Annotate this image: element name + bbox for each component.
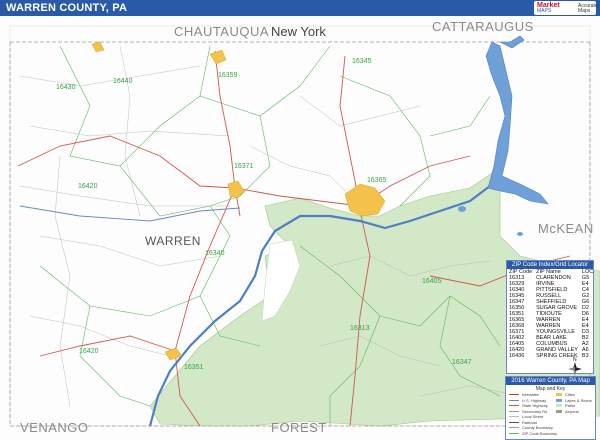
legend-header: 2016 Warren County, PA Map bbox=[506, 377, 595, 385]
kinzua-reservoir bbox=[485, 41, 549, 205]
legend-item: County Boundary bbox=[509, 425, 553, 430]
legend-swatch bbox=[509, 405, 519, 407]
zip-index-header: ZIP Code Index/Grid Locator bbox=[507, 261, 593, 269]
legend-label: County Boundary bbox=[522, 425, 553, 430]
zip-label: 16440 bbox=[113, 78, 133, 85]
logo-line3: Accurate Maps bbox=[578, 3, 598, 14]
legend-label: Interstate bbox=[522, 392, 539, 397]
legend-swatch bbox=[509, 416, 519, 418]
zip-label: 16365 bbox=[367, 177, 387, 184]
legend-swatch bbox=[509, 394, 519, 396]
zip-label: 16371 bbox=[234, 163, 254, 170]
zip-code-cell: 16436 bbox=[509, 353, 525, 359]
label-forest: FOREST bbox=[271, 420, 327, 435]
zip-label: 16340 bbox=[205, 250, 225, 257]
label-warren: WARREN bbox=[145, 234, 201, 248]
legend-swatch bbox=[556, 409, 562, 413]
legend-swatch bbox=[509, 421, 519, 423]
legend-item: Railroad bbox=[509, 420, 537, 425]
map-legend-panel: 2016 Warren County, PA Map Map and Key I… bbox=[505, 376, 596, 440]
label-new-york: New York bbox=[271, 24, 326, 39]
label-chautauqua: CHAUTAUQUA bbox=[174, 24, 270, 39]
us-highway bbox=[19, 205, 241, 222]
legend-item: Cities bbox=[556, 392, 575, 397]
legend-item: ZIP Code Boundary bbox=[509, 431, 557, 436]
map-frame: WARREN COUNTY, PA Market MAPS Accurate M… bbox=[0, 0, 600, 440]
reservoir-arm bbox=[499, 35, 525, 49]
market-maps-logo: Market MAPS Accurate Maps bbox=[534, 1, 598, 15]
lake bbox=[458, 206, 466, 212]
lake bbox=[517, 232, 523, 236]
legend-swatch bbox=[509, 427, 519, 429]
legend-swatch bbox=[556, 398, 562, 402]
map-canvas[interactable]: CHAUTAUQUA New York CATTARAUGUS WARREN M… bbox=[0, 16, 600, 440]
legend-item: Parks bbox=[556, 403, 575, 408]
legend-item: Interstate bbox=[509, 392, 539, 397]
zip-label: 16347 bbox=[452, 359, 472, 366]
legend-item: Airports bbox=[556, 409, 579, 414]
legend-item: State Highway bbox=[509, 403, 548, 408]
legend-label: Local Street bbox=[522, 414, 544, 419]
map-title: WARREN COUNTY, PA bbox=[6, 2, 128, 14]
legend-label: Parks bbox=[565, 403, 576, 408]
legend-item: Local Street bbox=[509, 414, 543, 419]
compass-rose-icon: N bbox=[568, 356, 582, 378]
label-venango: VENANGO bbox=[20, 420, 89, 435]
zip-label: 16420 bbox=[79, 348, 99, 355]
label-cattaraugus: CATTARAUGUS bbox=[432, 19, 534, 34]
legend-swatch bbox=[556, 404, 562, 408]
logo-line2: MAPS bbox=[537, 8, 552, 14]
legend-swatch bbox=[556, 393, 562, 397]
legend-label: ZIP Code Boundary bbox=[522, 430, 558, 436]
zip-label: 16345 bbox=[352, 58, 372, 65]
zip-label: 16351 bbox=[184, 364, 204, 371]
zip-label: 16359 bbox=[218, 72, 238, 79]
title-bar: WARREN COUNTY, PA Market MAPS Accurate M… bbox=[0, 0, 600, 16]
label-mckean: McKEAN bbox=[538, 221, 594, 236]
zip-label: 16420 bbox=[78, 183, 98, 190]
legend-item: U.S. Highway bbox=[509, 398, 546, 403]
legend-label: Railroad bbox=[522, 419, 537, 425]
legend-swatch bbox=[509, 432, 519, 434]
legend-item: Lakes & Rivers bbox=[556, 398, 592, 403]
zip-index-table: ZIP Code ZIP Name LOC 16313 CLARENDON G5 16… bbox=[507, 269, 595, 359]
legend-label: Airports bbox=[565, 408, 579, 414]
legend-label: Lakes & Rivers bbox=[565, 397, 592, 403]
legend-swatch bbox=[509, 399, 519, 401]
legend-label: U.S. Highway bbox=[522, 397, 547, 403]
loc-cell: B3 bbox=[581, 353, 589, 359]
legend-swatch bbox=[509, 410, 519, 412]
legend-label: Secondary Rd bbox=[522, 408, 548, 414]
legend-label: Cities bbox=[565, 392, 576, 397]
zip-label: 16430 bbox=[56, 84, 76, 91]
svg-text:N: N bbox=[573, 357, 577, 363]
zip-label: 16405 bbox=[422, 278, 442, 285]
zip-label: 16313 bbox=[350, 325, 370, 332]
legend-label: State Highway bbox=[522, 403, 548, 408]
legend-item: Secondary Rd bbox=[509, 409, 547, 414]
